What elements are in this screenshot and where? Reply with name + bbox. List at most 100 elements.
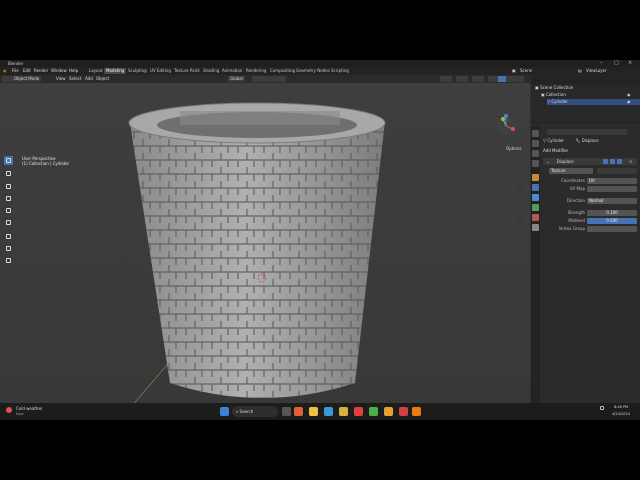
app-icon-6[interactable] <box>399 407 408 416</box>
pan-icon[interactable] <box>516 195 524 203</box>
coordinates-select[interactable]: UV <box>587 177 637 184</box>
tab-scripting[interactable]: Scripting <box>329 68 351 74</box>
output-tab-icon[interactable] <box>532 150 539 157</box>
modifier-name-field[interactable]: Displace <box>557 159 574 164</box>
object-tab-icon[interactable] <box>532 174 539 181</box>
measure-tool-icon[interactable] <box>4 244 13 253</box>
tab-compositing[interactable]: Compositing <box>268 68 297 74</box>
view-layer-selector[interactable]: ViewLayer <box>586 67 607 75</box>
tab-texture-paint[interactable]: Texture Paint <box>172 68 202 74</box>
texture-field[interactable]: Texture <box>549 167 593 174</box>
outliner-cylinder[interactable]: ▽ Cylinder ◉ <box>547 99 640 105</box>
outliner-collection[interactable]: ▣ Collection ◉ <box>541 92 640 98</box>
menu-render[interactable]: Render <box>34 67 48 75</box>
file-explorer-icon[interactable] <box>309 407 318 416</box>
properties-search[interactable] <box>547 129 627 135</box>
ortho-toggle-icon[interactable] <box>516 215 524 223</box>
midlevel-field[interactable]: 0.500 <box>587 217 637 224</box>
scene-selector[interactable]: Scene <box>520 67 532 75</box>
tool-tab-icon[interactable] <box>532 130 539 137</box>
menu-help[interactable]: Help <box>69 67 78 75</box>
clock-date[interactable]: 4/24/2024 <box>612 412 630 416</box>
app-icon-3[interactable] <box>354 407 363 416</box>
menu-view[interactable]: View <box>56 75 66 83</box>
close-icon[interactable]: × <box>628 60 632 67</box>
menu-edit[interactable]: Edit <box>23 67 31 75</box>
maximize-icon[interactable]: □ <box>614 60 619 67</box>
direction-select[interactable]: Normal <box>587 197 637 204</box>
app-icon-2[interactable] <box>339 407 348 416</box>
edge-icon[interactable] <box>324 407 333 416</box>
menu-select[interactable]: Select <box>69 75 81 83</box>
proportional-icon[interactable] <box>274 76 286 82</box>
minimize-icon[interactable]: – <box>600 60 603 67</box>
texture-tab-icon[interactable] <box>532 224 539 231</box>
taskbar-search[interactable]: ⌕ Search <box>232 406 278 417</box>
rotate-tool-icon[interactable] <box>4 194 13 203</box>
vertex-group-field[interactable] <box>587 225 637 232</box>
texture-actions[interactable] <box>597 167 637 174</box>
menu-file[interactable]: File <box>12 67 19 75</box>
transform-tool-icon[interactable] <box>4 218 13 227</box>
tab-modeling[interactable]: Modeling <box>104 68 127 74</box>
tab-shading[interactable]: Shading <box>201 68 221 74</box>
annotate-tool-icon[interactable] <box>4 232 13 241</box>
material-tab-icon[interactable] <box>532 214 539 221</box>
scene-tab-icon[interactable] <box>532 160 539 167</box>
weather-icon[interactable] <box>6 407 12 413</box>
3d-viewport[interactable]: User Perspective (1) Collection | Cylind… <box>0 83 530 414</box>
menu-object[interactable]: Object <box>96 75 109 83</box>
camera-view-icon[interactable] <box>516 205 524 213</box>
strength-field[interactable]: 0.100 <box>587 209 637 216</box>
realtime-icon[interactable] <box>610 159 615 164</box>
render-icon[interactable] <box>617 159 622 164</box>
app-icon-1[interactable] <box>294 407 303 416</box>
texture-row: Texture <box>545 167 637 174</box>
clock-time[interactable]: 6:46 PM <box>614 405 628 409</box>
task-view-icon[interactable] <box>282 407 291 416</box>
gizmo-icon[interactable] <box>456 76 468 82</box>
chevron-down-icon[interactable]: ⌄ <box>546 159 549 164</box>
modifier-tab-icon[interactable] <box>532 184 539 191</box>
menu-add[interactable]: Add <box>85 75 93 83</box>
eye-icon[interactable]: ◉ <box>627 92 631 98</box>
app-icon-5[interactable] <box>384 407 393 416</box>
uv-map-field[interactable] <box>587 185 637 192</box>
blender-taskbar-icon[interactable] <box>412 407 421 416</box>
modifier-panel-header[interactable]: ⌄ Displace × <box>543 158 637 165</box>
menu-window[interactable]: Window <box>51 67 67 75</box>
zoom-icon[interactable] <box>516 185 524 193</box>
tab-layout[interactable]: Layout <box>87 68 105 74</box>
network-icon[interactable] <box>600 406 604 410</box>
blender-logo-icon[interactable]: ◉ <box>3 67 7 75</box>
move-tool-icon[interactable] <box>4 182 13 191</box>
add-cube-tool-icon[interactable] <box>4 256 13 265</box>
overlay-icon[interactable] <box>472 76 484 82</box>
render-tab-icon[interactable] <box>532 140 539 147</box>
close-icon[interactable]: × <box>629 158 632 165</box>
cursor-tool-icon[interactable] <box>4 169 13 178</box>
outliner-scene-collection[interactable]: ▣ Scene Collection <box>535 85 640 91</box>
select-tool-icon[interactable] <box>4 156 13 165</box>
scale-tool-icon[interactable] <box>4 206 13 215</box>
rendered-shading-icon[interactable] <box>514 76 524 82</box>
tab-uv-editing[interactable]: UV Editing <box>148 68 173 74</box>
tab-geometry-nodes[interactable]: Geometry Nodes <box>294 68 332 74</box>
tab-sculpting[interactable]: Sculpting <box>126 68 149 74</box>
orientation-selector[interactable]: Global <box>228 76 245 82</box>
weather-title[interactable]: Cold weather <box>16 406 43 411</box>
scene-icon[interactable]: ▣ <box>512 67 516 75</box>
tab-rendering[interactable]: Rendering <box>244 68 268 74</box>
eye-icon[interactable]: ◉ <box>627 99 631 105</box>
edit-mode-icon[interactable] <box>603 159 608 164</box>
physics-tab-icon[interactable] <box>532 204 539 211</box>
particles-tab-icon[interactable] <box>532 194 539 201</box>
add-modifier-button[interactable]: Add Modifier <box>543 148 568 154</box>
options-button[interactable]: Options <box>504 146 524 152</box>
view-layer-icon[interactable]: ▤ <box>578 67 582 75</box>
visibility-icon[interactable] <box>440 76 452 82</box>
app-icon-4[interactable] <box>369 407 378 416</box>
tab-animation[interactable]: Animation <box>220 68 244 74</box>
mode-selector[interactable]: Object Mode <box>12 76 42 82</box>
start-icon[interactable] <box>220 407 229 416</box>
